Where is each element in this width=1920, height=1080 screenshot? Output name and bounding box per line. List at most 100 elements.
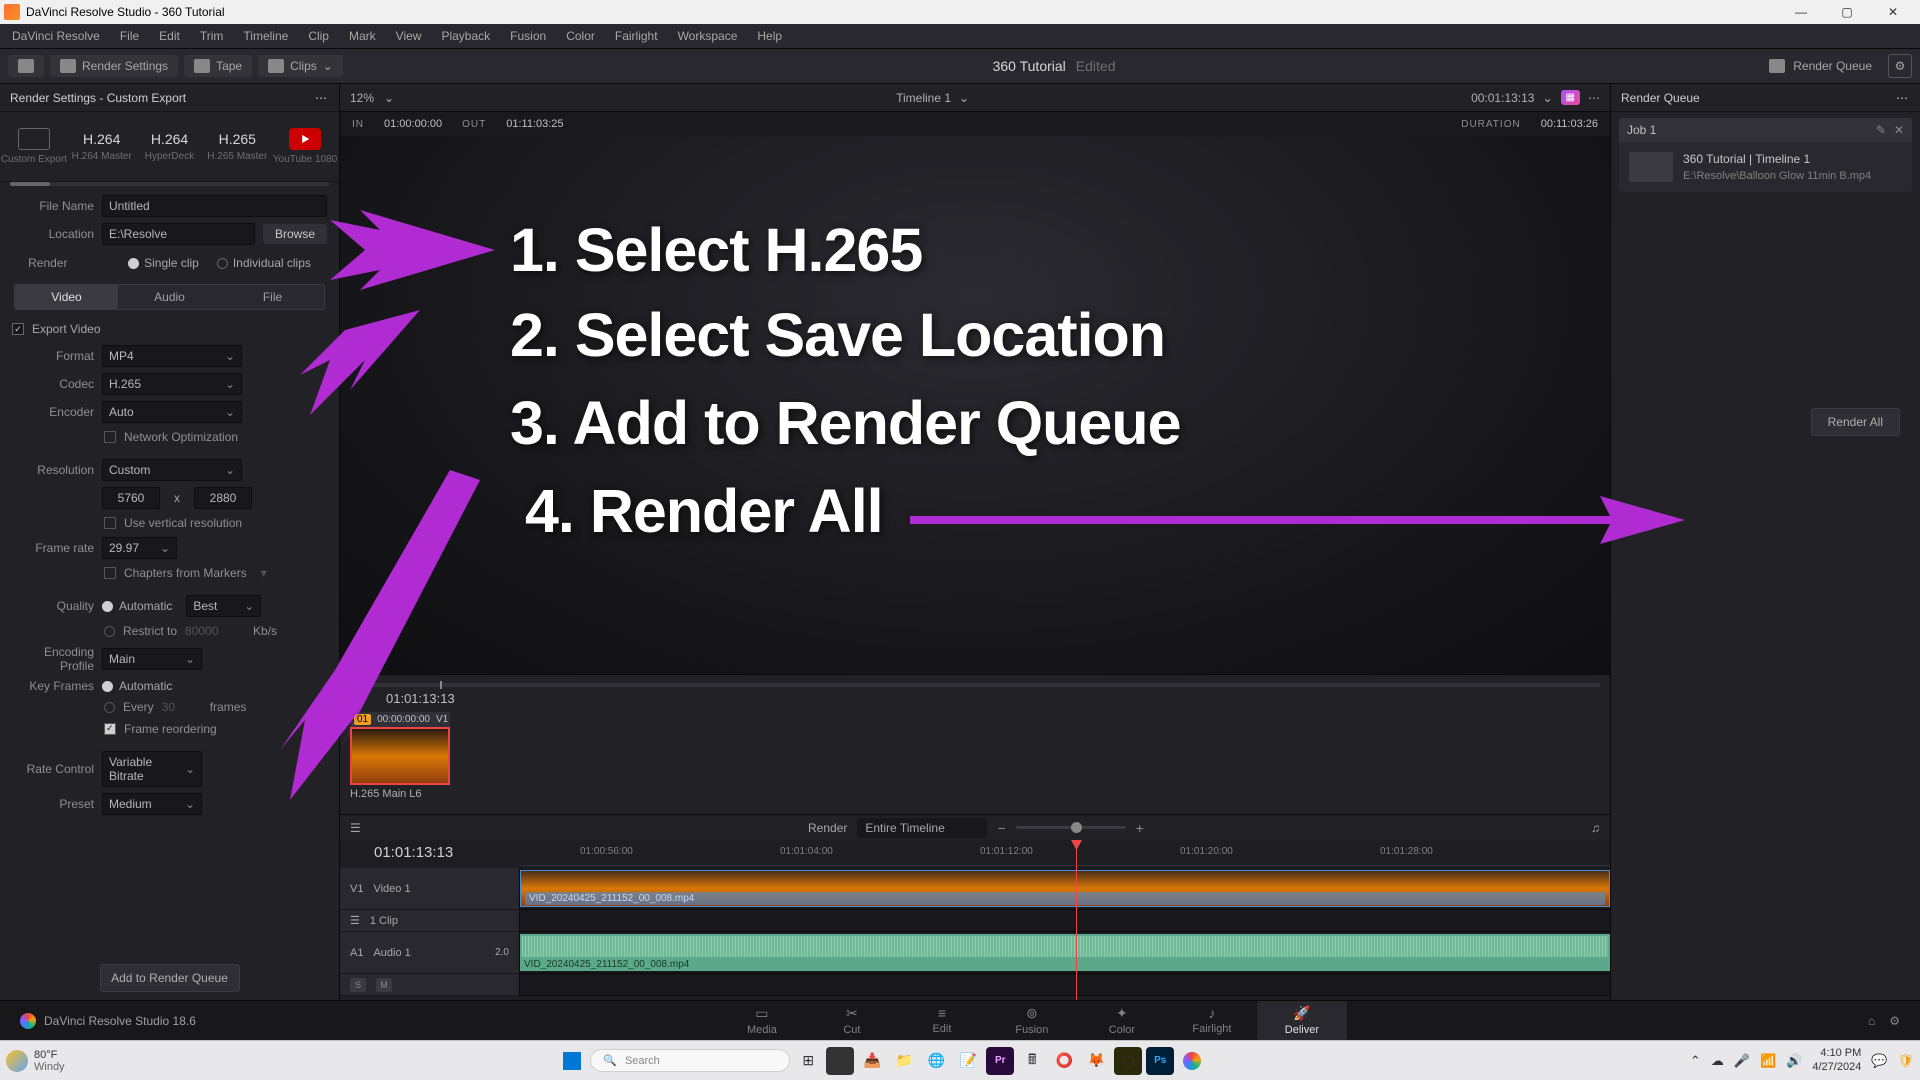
security-icon[interactable]: 🛡 [1898, 1053, 1915, 1069]
framerate-select[interactable]: 29.97 [102, 537, 177, 559]
individual-clips-radio[interactable]: Individual clips [217, 256, 311, 270]
menu-item[interactable]: Workspace [668, 29, 748, 43]
preset-scrollbar[interactable] [10, 182, 329, 186]
in-timecode[interactable]: 01:00:00:00 [384, 118, 442, 130]
menu-item[interactable]: Edit [149, 29, 190, 43]
panel-menu-button[interactable]: ⋯ [315, 91, 329, 105]
render-all-button[interactable]: Render All [1811, 408, 1900, 436]
start-button[interactable] [558, 1047, 586, 1075]
restrict-radio[interactable] [104, 626, 115, 637]
tape-button[interactable]: Tape [184, 55, 252, 77]
menu-item[interactable]: Fairlight [605, 29, 668, 43]
chevron-down-icon[interactable]: ⌄ [384, 91, 394, 105]
video-viewer[interactable] [340, 136, 1610, 674]
menu-item[interactable]: Timeline [233, 29, 298, 43]
preset-select[interactable]: Medium [102, 793, 202, 815]
notepad-icon[interactable]: 📝 [954, 1047, 982, 1075]
page-edit[interactable]: ≡Edit [897, 1001, 987, 1040]
render-queue-toggle[interactable]: Render Queue [1759, 55, 1882, 77]
render-job-card[interactable]: Job 1✎✕ 360 Tutorial | Timeline 1E:\Reso… [1619, 118, 1912, 192]
frame-reorder-checkbox[interactable] [104, 723, 116, 735]
audio-clip[interactable]: VID_20240425_211152_00_008.mp4 [520, 934, 1610, 971]
taskbar-app-icon[interactable]: 📥 [858, 1047, 886, 1075]
video-track-header[interactable]: V1Video 1 [340, 868, 520, 910]
menu-item[interactable]: Trim [190, 29, 234, 43]
mute-button[interactable]: M [376, 978, 392, 992]
volume-icon[interactable]: 🔊 [1786, 1053, 1802, 1069]
export-video-checkbox[interactable] [12, 323, 24, 335]
timeline-name[interactable]: Timeline 1 [896, 91, 951, 105]
preset-custom-export[interactable]: Custom Export [0, 128, 68, 165]
workspace-options-button[interactable]: ⚙ [1888, 54, 1912, 78]
tray-chevron-icon[interactable]: ⌃ [1690, 1053, 1701, 1069]
menu-item[interactable]: DaVinci Resolve [2, 29, 110, 43]
menu-item[interactable]: Help [747, 29, 792, 43]
taskbar-search[interactable]: 🔍Search [590, 1049, 790, 1072]
notifications-icon[interactable]: 💬 [1871, 1053, 1887, 1069]
preset-youtube[interactable]: YouTube 1080 [271, 128, 339, 165]
quality-auto-radio[interactable]: Automatic [102, 599, 172, 613]
edge-icon[interactable]: 🌐 [922, 1047, 950, 1075]
filename-input[interactable]: Untitled [102, 195, 327, 217]
viewer-menu-button[interactable]: ⋯ [1588, 91, 1600, 105]
wifi-icon[interactable]: 📶 [1760, 1053, 1776, 1069]
minimize-button[interactable]: — [1778, 0, 1824, 24]
page-media[interactable]: ▭Media [717, 1001, 807, 1040]
clips-button[interactable]: Clips⌄ [258, 55, 343, 77]
queue-menu-button[interactable]: ⋯ [1896, 91, 1910, 105]
zoom-value[interactable]: 12% [350, 91, 374, 105]
remove-job-icon[interactable]: ✕ [1894, 123, 1904, 137]
render-settings-button[interactable]: Render Settings [50, 55, 178, 77]
resolve-taskbar-icon[interactable] [1178, 1047, 1206, 1075]
preset-h265-master[interactable]: H.265H.265 Master [203, 131, 271, 162]
chapters-dropdown-icon[interactable]: ▾ [261, 566, 267, 580]
photoshop-icon[interactable]: Ps [1146, 1047, 1174, 1075]
quick-export-button[interactable] [8, 55, 44, 77]
tab-audio[interactable]: Audio [118, 285, 221, 309]
menu-item[interactable]: Mark [339, 29, 386, 43]
zoom-slider[interactable] [1016, 826, 1126, 829]
location-input[interactable]: E:\Resolve [102, 223, 255, 245]
timeline-view-icon[interactable]: ☰ [350, 821, 361, 835]
edit-job-icon[interactable]: ✎ [1876, 123, 1886, 137]
page-fusion[interactable]: ⊚Fusion [987, 1001, 1077, 1040]
tab-video[interactable]: Video [15, 285, 118, 309]
codec-select[interactable]: H.265 [102, 373, 242, 395]
browse-button[interactable]: Browse [263, 224, 327, 244]
timeline-ruler[interactable]: 01:00:56:00 01:01:04:00 01:01:12:00 01:0… [520, 846, 1610, 866]
home-icon[interactable]: ⌂ [1868, 1014, 1875, 1028]
clip-thumbnail[interactable]: 0100:00:00:00V1 H.265 Main L6 [350, 712, 450, 803]
file-explorer-icon[interactable]: 📁 [890, 1047, 918, 1075]
preset-h264-master[interactable]: H.264H.264 Master [68, 131, 136, 162]
calculator-icon[interactable]: 🖩 [1018, 1047, 1046, 1075]
menu-item[interactable]: File [110, 29, 149, 43]
viewer-badge[interactable]: ▦ [1561, 90, 1580, 105]
taskbar-app-icon[interactable]: ▭ [826, 1047, 854, 1075]
video-clip[interactable]: VID_20240425_211152_00_008.mp4 [520, 870, 1610, 907]
out-timecode[interactable]: 01:11:03:25 [506, 118, 563, 130]
single-clip-radio[interactable]: Single clip [128, 256, 199, 270]
taskview-icon[interactable]: ⊞ [794, 1047, 822, 1075]
maximize-button[interactable]: ▢ [1824, 0, 1870, 24]
tray-scrubber[interactable] [440, 681, 442, 689]
audio-track-header[interactable]: A1Audio 12.0 [340, 932, 520, 974]
menu-item[interactable]: Clip [298, 29, 339, 43]
quality-preset-select[interactable]: Best [186, 595, 261, 617]
project-settings-icon[interactable]: ⚙ [1889, 1014, 1900, 1028]
res-width-input[interactable]: 5760 [102, 487, 160, 509]
resolution-select[interactable]: Custom [102, 459, 242, 481]
menu-item[interactable]: Color [556, 29, 605, 43]
firefox-icon[interactable]: 🦊 [1082, 1047, 1110, 1075]
menu-item[interactable]: Fusion [500, 29, 556, 43]
chapters-checkbox[interactable] [104, 567, 116, 579]
audio-meter-icon[interactable]: ♫ [1591, 821, 1600, 835]
format-select[interactable]: MP4 [102, 345, 242, 367]
taskbar-clock[interactable]: 4:10 PM4/27/2024 [1812, 1047, 1861, 1073]
master-timecode[interactable]: 00:01:13:13 [1471, 91, 1534, 105]
restrict-kbps-input[interactable]: 80000 [185, 624, 245, 638]
keyframes-auto-radio[interactable]: Automatic [102, 679, 172, 693]
page-color[interactable]: ✦Color [1077, 1001, 1167, 1040]
network-opt-checkbox[interactable] [104, 431, 116, 443]
preset-hyperdeck[interactable]: H.264HyperDeck [136, 131, 204, 162]
close-button[interactable]: ✕ [1870, 0, 1916, 24]
